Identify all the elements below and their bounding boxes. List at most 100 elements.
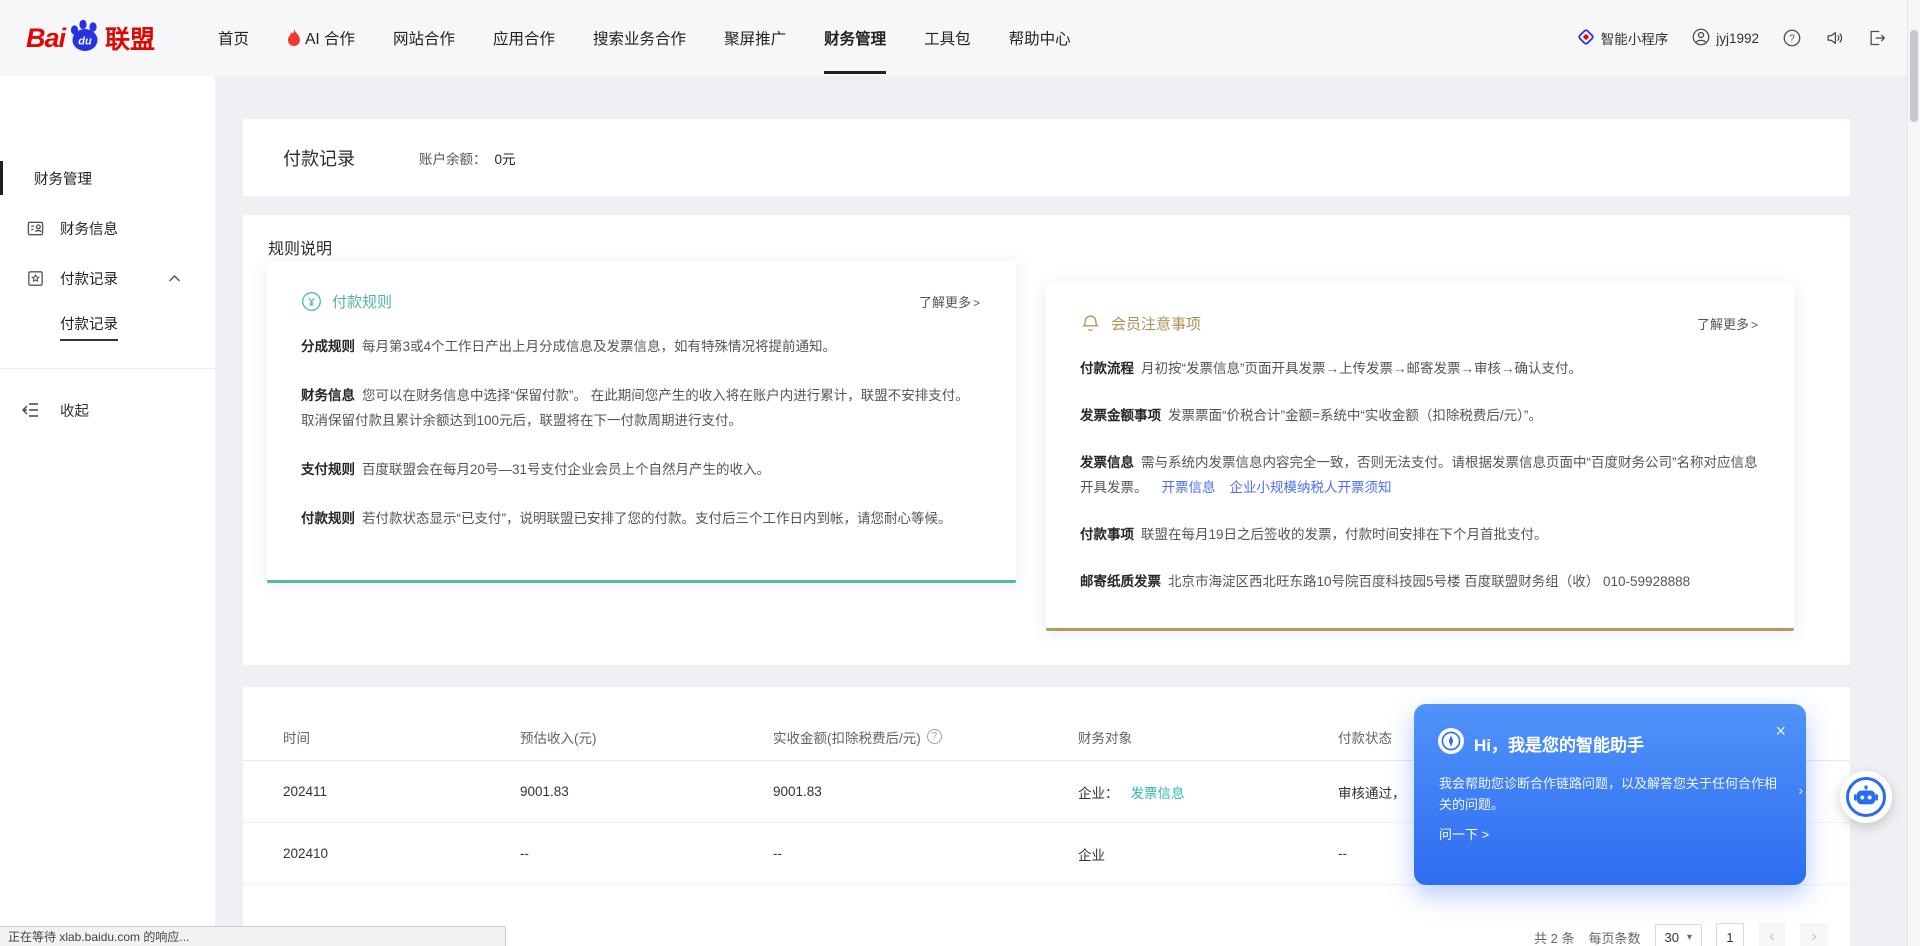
nav-help-center[interactable]: 帮助中心 xyxy=(990,0,1090,76)
sidebar-group-finance-mgmt[interactable]: 财务管理 xyxy=(0,160,215,196)
total-count: 共 2 条 xyxy=(1534,928,1574,946)
cell-finance-target: 企业： 发票信息 xyxy=(1078,782,1338,802)
chevron-right-icon: > xyxy=(1751,318,1758,332)
sidebar-item-finance-info[interactable]: 财务信息 xyxy=(0,210,215,246)
popup-edge-chevron-icon[interactable]: › xyxy=(1798,782,1803,798)
status-text: 正在等待 xlab.baidu.com 的响应... xyxy=(8,928,189,945)
rule-paragraph: 发票信息需与系统内发票信息内容完全一致，否则无法支付。请根据发票信息页面中“百度… xyxy=(1080,450,1760,500)
rule-paragraph: 支付规则百度联盟会在每月20号—31号支付企业会员上个自然月产生的收入。 xyxy=(301,457,982,482)
miniprogram-link[interactable]: 智能小程序 xyxy=(1577,28,1669,49)
chevron-down-icon: ▾ xyxy=(1687,932,1692,943)
nav-home[interactable]: 首页 xyxy=(199,0,268,76)
sidebar-subitem-payment-records[interactable]: 付款记录 xyxy=(0,312,215,342)
nav-app-coop[interactable]: 应用合作 xyxy=(474,0,574,76)
account-balance-value: 0元 xyxy=(495,152,516,167)
baidu-union-logo[interactable]: Bai du 联盟 xyxy=(26,18,155,59)
svg-text:?: ? xyxy=(1789,34,1795,45)
prev-page-button[interactable]: ‹ xyxy=(1758,923,1786,946)
help-icon[interactable]: ? xyxy=(1783,29,1801,47)
cell-time: 202411 xyxy=(283,784,520,799)
small-taxpayer-notice-link[interactable]: 企业小规模纳税人开票须知 xyxy=(1230,480,1392,495)
payment-rule-icon xyxy=(301,291,322,312)
chevron-up-icon[interactable] xyxy=(168,274,181,283)
rule-paragraph: 付款流程月初按“发票信息”页面开具发票→上传发票→邮寄发票→审核→确认支付。 xyxy=(1080,356,1760,381)
page-scrollbar[interactable] xyxy=(1907,0,1920,946)
col-time: 时间 xyxy=(283,727,520,747)
member-notice-bell-icon xyxy=(1080,313,1101,334)
member-notes-card: 会员注意事项 了解更多> 付款流程月初按“发票信息”页面开具发票→上传发票→邮寄… xyxy=(1046,283,1794,631)
account-balance-label: 账户余额：0元 xyxy=(419,148,516,168)
compass-icon xyxy=(1438,728,1464,759)
assistant-title: Hi，我是您的智能助手 xyxy=(1474,731,1644,756)
page-header-card: 付款记录 账户余额：0元 xyxy=(243,119,1850,196)
rule-paragraph: 邮寄纸质发票北京市海淀区西北旺东路10号院百度科技园5号楼 百度联盟财务组（收）… xyxy=(1080,569,1760,594)
sidebar-collapse-button[interactable]: 收起 xyxy=(0,392,215,428)
scrollbar-thumb[interactable] xyxy=(1910,30,1918,122)
robot-icon xyxy=(1846,777,1886,817)
rule-paragraph: 财务信息您可以在财务信息中选择“保留付款”。 在此期间您产生的收入将在账户内进行… xyxy=(301,383,982,433)
rule-paragraph: 付款事项联盟在每月19日之后签收的发票，付款时间安排在下个月首批支付。 xyxy=(1080,522,1760,547)
logo-text-union: 联盟 xyxy=(105,20,155,56)
main-nav: 首页 AI 合作 网站合作 应用合作 搜索业务合作 聚屏推广 财务管理 工具包 … xyxy=(199,0,1090,76)
invoice-info-table-link[interactable]: 发票信息 xyxy=(1131,782,1185,802)
flame-icon xyxy=(287,29,301,47)
col-received-amount: 实收金额(扣除税费后/元) ? xyxy=(773,727,1078,747)
cell-estimated: 9001.83 xyxy=(520,784,773,799)
sidebar: 财务管理 财务信息 付款记录 付款记录 收起 xyxy=(0,76,215,946)
cell-estimated: -- xyxy=(520,846,773,861)
user-icon xyxy=(1692,28,1710,49)
per-page-label: 每页条数 xyxy=(1588,928,1640,946)
cell-time: 202410 xyxy=(283,846,520,861)
assistant-popup: Hi，我是您的智能助手 × 我会帮助您诊断合作链路问题，以及解答您关于任何合作相… xyxy=(1414,704,1806,885)
payment-rules-card: 付款规则 了解更多> 分成规则每月第3或4个工作日产出上月分成信息及发票信息，如… xyxy=(267,261,1016,583)
next-page-button[interactable]: › xyxy=(1800,923,1828,946)
sidebar-item-payment-records[interactable]: 付款记录 xyxy=(0,260,215,296)
cell-received: -- xyxy=(773,846,1078,861)
assistant-robot-button[interactable] xyxy=(1840,771,1892,823)
col-finance-target: 财务对象 xyxy=(1078,727,1338,747)
svg-text:du: du xyxy=(78,35,92,47)
rule-paragraph: 发票金额事项发票票面“价税合计”金额=系统中“实收金额（扣除税费后/元）”。 xyxy=(1080,403,1760,428)
invoice-info-link[interactable]: 开票信息 xyxy=(1162,480,1216,495)
pagination: 共 2 条 每页条数 30 ▾ 1 ‹ › xyxy=(1534,923,1828,946)
payment-records-icon xyxy=(26,269,45,288)
cell-finance-target: 企业 xyxy=(1078,844,1338,864)
baidu-paw-icon: du xyxy=(67,18,103,59)
rules-section-card: 规则说明 付款规则 了解更多> 分成规则每月第3或4个工作日产出上月分成信息及发… xyxy=(243,215,1850,665)
payment-rules-more-link[interactable]: 了解更多> xyxy=(919,292,980,311)
assistant-message: 我会帮助您诊断合作链路问题，以及解答您关于任何合作相关的问题。 xyxy=(1414,759,1806,815)
chevron-right-icon: > xyxy=(973,296,980,310)
payment-rules-title: 付款规则 xyxy=(332,291,392,312)
rules-section-title: 规则说明 xyxy=(268,235,332,259)
rule-paragraph: 分成规则每月第3或4个工作日产出上月分成信息及发票信息，如有特殊情况将提前通知。 xyxy=(301,334,982,359)
nav-finance-mgmt[interactable]: 财务管理 xyxy=(805,0,905,76)
topbar: Bai du 联盟 首页 AI 合作 网站合作 应用合作 搜索业务合作 聚屏推广… xyxy=(0,0,1920,76)
member-notes-title: 会员注意事项 xyxy=(1111,313,1201,334)
sound-icon[interactable] xyxy=(1825,29,1844,47)
nav-screen-promo[interactable]: 聚屏推广 xyxy=(705,0,805,76)
rule-paragraph: 付款规则若付款状态显示“已支付”，说明联盟已安排了您的付款。支付后三个工作日内到… xyxy=(301,506,982,531)
close-icon[interactable]: × xyxy=(1775,722,1786,740)
ask-now-link[interactable]: 问一下 > xyxy=(1414,824,1806,843)
nav-search-biz-coop[interactable]: 搜索业务合作 xyxy=(574,0,705,76)
nav-ai-coop[interactable]: AI 合作 xyxy=(268,0,374,76)
col-estimated-income: 预估收入(元) xyxy=(520,727,773,747)
miniprogram-icon xyxy=(1577,28,1595,49)
nav-website-coop[interactable]: 网站合作 xyxy=(374,0,474,76)
browser-status-bar: 正在等待 xlab.baidu.com 的响应... xyxy=(0,926,506,946)
nav-toolkit[interactable]: 工具包 xyxy=(905,0,990,76)
per-page-select[interactable]: 30 ▾ xyxy=(1655,924,1703,946)
finance-info-icon xyxy=(26,219,45,238)
member-notes-more-link[interactable]: 了解更多> xyxy=(1697,314,1758,333)
user-account[interactable]: jyj1992 xyxy=(1692,28,1759,49)
cell-received: 9001.83 xyxy=(773,784,1078,799)
sidebar-divider xyxy=(0,368,215,369)
topbar-right: 智能小程序 jyj1992 ? xyxy=(1577,28,1886,49)
active-indicator-bar xyxy=(0,161,3,195)
page-title: 付款记录 xyxy=(283,145,355,171)
logout-icon[interactable] xyxy=(1868,29,1886,47)
logo-text-bai: Bai xyxy=(26,23,65,54)
page-number-1[interactable]: 1 xyxy=(1716,923,1744,946)
info-icon[interactable]: ? xyxy=(927,729,942,744)
collapse-icon xyxy=(20,402,40,418)
